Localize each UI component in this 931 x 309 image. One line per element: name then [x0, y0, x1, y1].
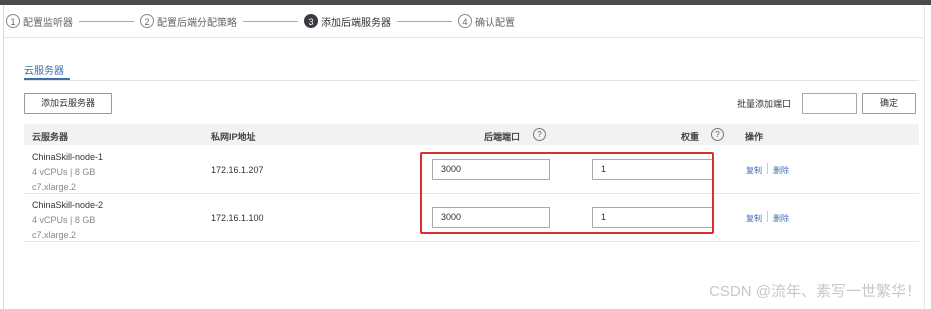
step-configure-distribution-policy[interactable]: 2 配置后端分配策略	[140, 14, 237, 29]
table-header: 云服务器 私网IP地址 后端端口 ? 权重 ? 操作	[24, 124, 919, 145]
step-connector	[397, 20, 452, 22]
copy-link[interactable]: 复制	[746, 165, 762, 176]
header-backend-port: 后端端口	[484, 132, 521, 142]
confirm-button[interactable]: 确定	[862, 93, 916, 114]
step-connector	[79, 20, 134, 22]
server-flavor: c7.xlarge.2	[32, 182, 77, 192]
step-label: 确认配置	[475, 17, 515, 29]
tab-cloud-servers[interactable]: 云服务器	[24, 62, 64, 77]
server-spec: 4 vCPUs | 8 GB	[32, 215, 96, 225]
server-flavor: c7.xlarge.2	[32, 230, 77, 240]
step-configure-listener[interactable]: 1 配置监听器	[6, 14, 73, 29]
help-icon[interactable]: ?	[711, 128, 724, 141]
step-label: 配置监听器	[23, 17, 73, 29]
server-cell: ChinaSkill-node-1 4 vCPUs | 8 GB c7.xlar…	[32, 150, 103, 195]
step-confirm-configuration[interactable]: 4 确认配置	[458, 14, 515, 29]
header-cloud-server: 云服务器	[32, 132, 69, 142]
tab-divider	[24, 80, 919, 81]
private-ip: 172.16.1.100	[211, 213, 264, 223]
step-add-backend-servers[interactable]: 3 添加后端服务器	[304, 14, 391, 29]
delete-link[interactable]: 删除	[773, 165, 789, 176]
step-number: 1	[6, 14, 20, 28]
step-number: 3	[304, 14, 318, 28]
stepper-divider	[4, 37, 923, 38]
server-name: ChinaSkill-node-2	[32, 200, 104, 210]
watermark: CSDN @流年、素写一世繁华！	[709, 283, 921, 300]
server-cell: ChinaSkill-node-2 4 vCPUs | 8 GB c7.xlar…	[32, 198, 103, 243]
step-number: 4	[458, 14, 472, 28]
header-actions: 操作	[745, 132, 764, 142]
annotation-highlight-box	[420, 152, 714, 234]
wizard-stepper: 1 配置监听器 2 配置后端分配策略 3 添加后端服务器 4 确认配置	[6, 12, 515, 30]
server-name: ChinaSkill-node-1	[32, 152, 104, 162]
header-weight: 权重	[681, 132, 700, 142]
add-cloud-server-button[interactable]: 添加云服务器	[24, 93, 112, 114]
copy-link[interactable]: 复制	[746, 213, 762, 224]
batch-port-label: 批量添加端口	[737, 99, 792, 109]
step-label: 配置后端分配策略	[157, 17, 237, 29]
delete-link[interactable]: 删除	[773, 213, 789, 224]
step-connector	[243, 20, 298, 22]
header-private-ip: 私网IP地址	[211, 132, 256, 142]
help-icon[interactable]: ?	[533, 128, 546, 141]
action-separator	[767, 211, 768, 222]
step-number: 2	[140, 14, 154, 28]
private-ip: 172.16.1.207	[211, 165, 264, 175]
server-spec: 4 vCPUs | 8 GB	[32, 167, 96, 177]
batch-port-input[interactable]	[802, 93, 857, 114]
action-separator	[767, 163, 768, 174]
step-label: 添加后端服务器	[321, 17, 391, 29]
